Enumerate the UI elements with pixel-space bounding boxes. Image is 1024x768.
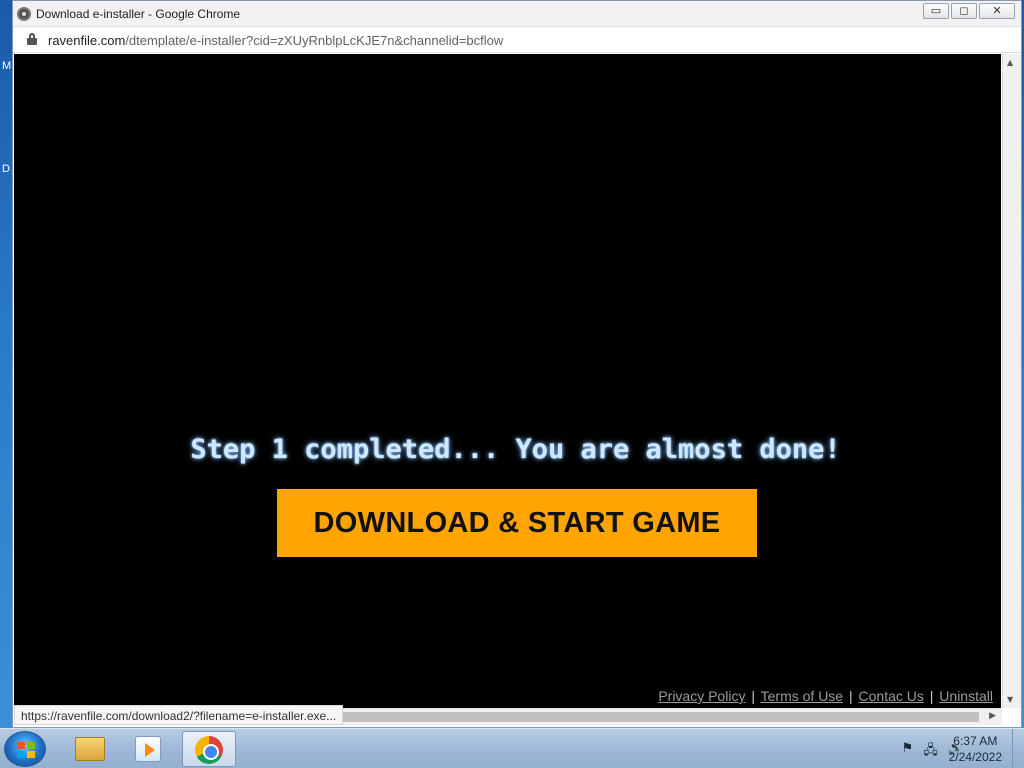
scroll-down-arrow-icon[interactable]: ▼ <box>1007 695 1013 704</box>
desktop-icon-label[interactable]: D <box>2 163 10 175</box>
taskbar-google-chrome[interactable] <box>182 731 236 767</box>
scroll-right-arrow-icon[interactable]: ▶ <box>989 711 996 721</box>
window-controls: ▭ ◻ ✕ <box>923 3 1015 19</box>
footer-links: Privacy Policy | Terms of Use | Contac U… <box>658 688 993 704</box>
footer-separator: | <box>751 688 755 704</box>
minimize-button[interactable]: ▭ <box>923 3 949 19</box>
chrome-icon <box>17 7 31 21</box>
url-host: ravenfile.com <box>48 33 126 48</box>
uninstall-link[interactable]: Uninstall <box>939 688 993 704</box>
scroll-up-arrow-icon[interactable]: ▲ <box>1007 58 1013 67</box>
url-path: /dtemplate/e-installer?cid=zXUyRnblpLcKJ… <box>125 33 504 48</box>
privacy-policy-link[interactable]: Privacy Policy <box>658 688 745 704</box>
chrome-popup-window: Download e-installer - Google Chrome ▭ ◻… <box>12 0 1022 728</box>
close-button[interactable]: ✕ <box>979 3 1015 19</box>
system-clock[interactable]: 6:37 AM 2/24/2022 <box>949 733 1002 765</box>
contact-us-link[interactable]: Contac Us <box>859 688 924 704</box>
start-button[interactable] <box>4 731 46 767</box>
window-title: Download e-installer - Google Chrome <box>36 7 241 21</box>
taskbar-windows-explorer[interactable] <box>62 731 116 767</box>
page-content: Step 1 completed... You are almost done!… <box>14 54 1001 708</box>
footer-separator: | <box>929 688 934 704</box>
chrome-icon <box>195 736 223 764</box>
folder-icon <box>75 737 105 761</box>
address-bar[interactable]: ravenfile.com/dtemplate/e-installer?cid=… <box>13 27 1021 53</box>
terms-of-use-link[interactable]: Terms of Use <box>761 688 843 704</box>
status-bubble-url: https://ravenfile.com/download2/?filenam… <box>14 705 344 725</box>
show-desktop-button[interactable] <box>1012 729 1024 768</box>
windows-logo-icon <box>17 742 35 758</box>
step-message: Step 1 completed... You are almost done! <box>190 434 841 465</box>
url-text[interactable]: ravenfile.com/dtemplate/e-installer?cid=… <box>48 33 503 48</box>
desktop-icon-label[interactable]: M <box>2 60 11 72</box>
action-center-flag-icon[interactable]: ⚑ <box>902 741 914 763</box>
network-icon[interactable]: 🖧 <box>923 741 938 763</box>
clock-time: 6:37 AM <box>953 734 998 748</box>
footer-separator: | <box>848 688 853 704</box>
horizontal-scroll-thumb[interactable] <box>314 712 979 722</box>
maximize-button[interactable]: ◻ <box>951 3 977 19</box>
vertical-scrollbar[interactable]: ▲ ▼ <box>1002 54 1021 708</box>
clock-date: 2/24/2022 <box>948 750 1002 764</box>
taskbar-media-player[interactable] <box>122 731 176 767</box>
title-bar[interactable]: Download e-installer - Google Chrome ▭ ◻… <box>13 1 1021 27</box>
taskbar: ⚑ 🖧 🔈 6:37 AM 2/24/2022 <box>0 728 1024 768</box>
media-player-icon <box>135 736 161 762</box>
lock-icon[interactable] <box>27 33 37 45</box>
download-start-game-button[interactable]: DOWNLOAD & START GAME <box>277 489 757 557</box>
